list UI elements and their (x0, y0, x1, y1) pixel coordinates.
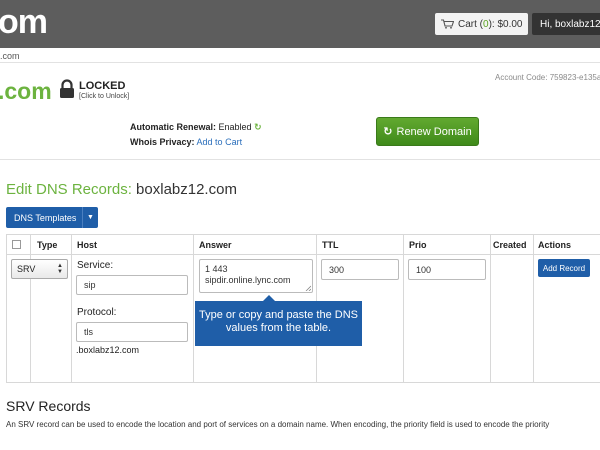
host-suffix: .boxlabz12.com (76, 345, 140, 355)
answer-textarea[interactable]: 1 443 sipdir.online.lync.com (199, 259, 313, 293)
column-header-type: Type (37, 240, 58, 250)
auto-renewal-row: Automatic Renewal: Enabled ↻ (130, 122, 262, 133)
column-divider (30, 234, 31, 383)
service-input[interactable]: sip (76, 275, 188, 295)
cart-label: Cart ( (458, 18, 483, 30)
column-divider (71, 234, 72, 383)
service-label: Service: (77, 260, 114, 271)
whois-row: Whois Privacy: Add to Cart (130, 137, 242, 147)
renew-domain-label: Renew Domain (396, 125, 472, 138)
site-logo[interactable]: om (0, 3, 48, 42)
chevron-down-icon[interactable]: ▼ (82, 207, 98, 228)
column-divider (533, 234, 534, 383)
answer-line: sipdir.online.lync.com (205, 275, 291, 285)
dns-section-title: Edit DNS Records: boxlabz12.com (6, 181, 237, 198)
page: om Cart (0): $0.00 Hi, boxlabz12 ▼ .com … (0, 0, 600, 450)
account-code: Account Code: 759823-e135ad (495, 73, 600, 82)
cart-label-close: ): (488, 18, 495, 30)
column-divider (490, 234, 491, 383)
dns-templates-label: DNS Templates (14, 212, 77, 223)
column-divider (193, 234, 194, 383)
user-menu[interactable]: Hi, boxlabz12 ▼ (532, 13, 600, 35)
auto-renewal-label: Automatic Renewal: (130, 122, 217, 132)
lock-icon[interactable] (58, 79, 76, 99)
column-header-prio: Prio (409, 240, 427, 250)
column-header-answer: Answer (199, 240, 232, 250)
cart-icon (441, 19, 454, 29)
record-type-select[interactable]: SRV ▲ ▼ (11, 259, 68, 279)
refresh-icon: ↻ (383, 126, 393, 138)
cart-total: $0.00 (497, 18, 523, 30)
user-greeting: Hi, boxlabz12 (540, 18, 600, 30)
record-type-value: SRV (17, 264, 36, 274)
lock-status[interactable]: LOCKED (79, 80, 125, 92)
refresh-icon[interactable]: ↻ (254, 122, 262, 132)
column-header-actions: Actions (538, 240, 572, 250)
select-all-checkbox[interactable] (12, 240, 21, 249)
srv-records-heading: SRV Records (6, 398, 91, 414)
domain-url-fragment: .com (0, 51, 20, 61)
cart-button[interactable]: Cart (0): $0.00 (435, 13, 528, 35)
resize-grip-icon[interactable] (305, 285, 311, 291)
column-divider (403, 234, 404, 383)
auto-renewal-value: Enabled (218, 122, 252, 132)
column-header-host: Host (77, 240, 97, 250)
whois-add-to-cart-link[interactable]: Add to Cart (197, 137, 243, 147)
add-record-button[interactable]: Add Record (538, 259, 590, 277)
table-header-divider (6, 254, 600, 255)
dns-title-domain: boxlabz12.com (136, 181, 237, 198)
unlock-link[interactable]: [Click to Unlock] (79, 93, 129, 100)
protocol-label: Protocol: (77, 307, 117, 318)
dns-title-prefix: Edit DNS Records: (6, 181, 132, 198)
whois-label: Whois Privacy: (130, 137, 195, 147)
prio-input[interactable]: 100 (408, 259, 486, 280)
renew-domain-button[interactable]: ↻ Renew Domain (376, 117, 479, 146)
column-header-created: Created (493, 240, 527, 250)
answer-line: 1 443 (205, 264, 228, 274)
select-arrows-icon: ▲ ▼ (57, 263, 63, 275)
dns-templates-button[interactable]: DNS Templates ▼ (6, 207, 98, 228)
instruction-callout: Type or copy and paste the DNS values fr… (195, 301, 362, 346)
column-header-ttl: TTL (322, 240, 339, 250)
srv-records-description: An SRV record can be used to encode the … (6, 420, 550, 429)
ttl-input[interactable]: 300 (321, 259, 399, 280)
protocol-input[interactable]: tls (76, 322, 188, 342)
top-navigation-bar: om Cart (0): $0.00 Hi, boxlabz12 ▼ (0, 0, 600, 48)
domain-name: .com (0, 78, 52, 104)
